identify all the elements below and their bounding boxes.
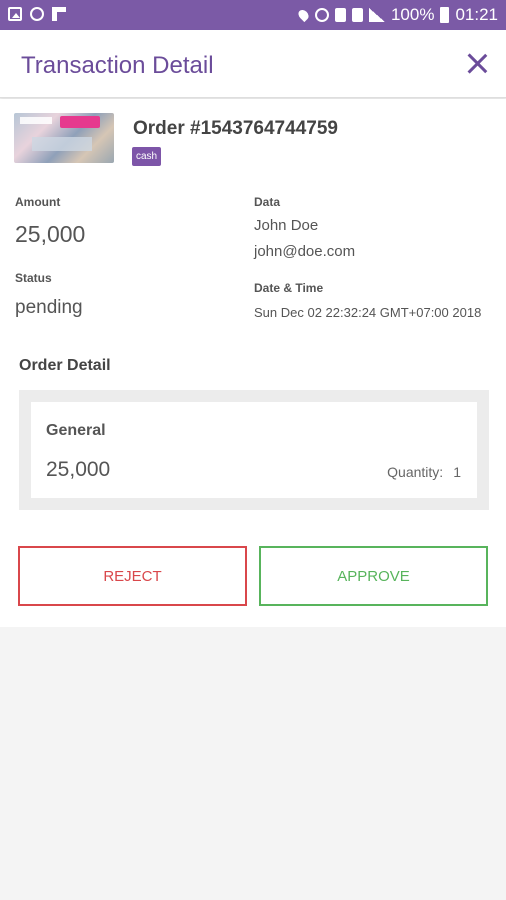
close-icon[interactable]	[466, 52, 488, 74]
status-label: Status	[15, 271, 52, 285]
order-item-card: General 25,000 Quantity: 1	[31, 402, 477, 498]
amount-label: Amount	[15, 195, 61, 209]
customer-email: john@doe.com	[254, 243, 356, 260]
datetime-label: Date & Time	[254, 281, 324, 295]
clock: 01:21	[455, 5, 498, 24]
flipboard-icon	[52, 7, 66, 21]
status-value: pending	[15, 297, 83, 318]
reject-button[interactable]: REJECT	[18, 546, 247, 606]
battery-icon	[440, 7, 450, 23]
location-icon	[296, 7, 311, 23]
order-detail-heading: Order Detail	[19, 357, 111, 374]
item-quantity: Quantity: 1	[387, 464, 461, 480]
sim-icon	[351, 8, 363, 22]
order-items: General 25,000 Quantity: 1	[19, 390, 489, 510]
app-bar: Transaction Detail	[0, 30, 506, 98]
quantity-value: 1	[453, 464, 461, 480]
notification-icons	[8, 7, 66, 21]
page-title: Transaction Detail	[21, 52, 214, 79]
order-thumbnail	[14, 113, 114, 163]
item-price: 25,000	[46, 458, 111, 481]
transaction-detail-panel: Order #1543764744759 cash Amount 25,000 …	[0, 99, 506, 627]
battery-percent: 100%	[390, 5, 435, 24]
item-name: General	[46, 422, 106, 439]
signal-icon	[368, 8, 385, 22]
alarm-icon	[314, 8, 329, 22]
whatsapp-icon	[30, 7, 44, 21]
approve-button[interactable]: APPROVE	[259, 546, 488, 606]
status-bar: 100% 01:21	[0, 0, 506, 30]
vibrate-icon	[334, 8, 346, 22]
customer-name: John Doe	[254, 217, 319, 234]
system-icons: 100% 01:21	[296, 5, 498, 25]
amount-value: 25,000	[15, 221, 86, 247]
data-label: Data	[254, 195, 281, 209]
order-title: Order #1543764744759	[133, 118, 338, 139]
quantity-label: Quantity:	[387, 464, 444, 480]
gallery-icon	[8, 7, 22, 21]
datetime-value: Sun Dec 02 22:32:24 GMT+07:00 2018	[254, 305, 482, 320]
payment-badge: cash	[132, 147, 162, 166]
